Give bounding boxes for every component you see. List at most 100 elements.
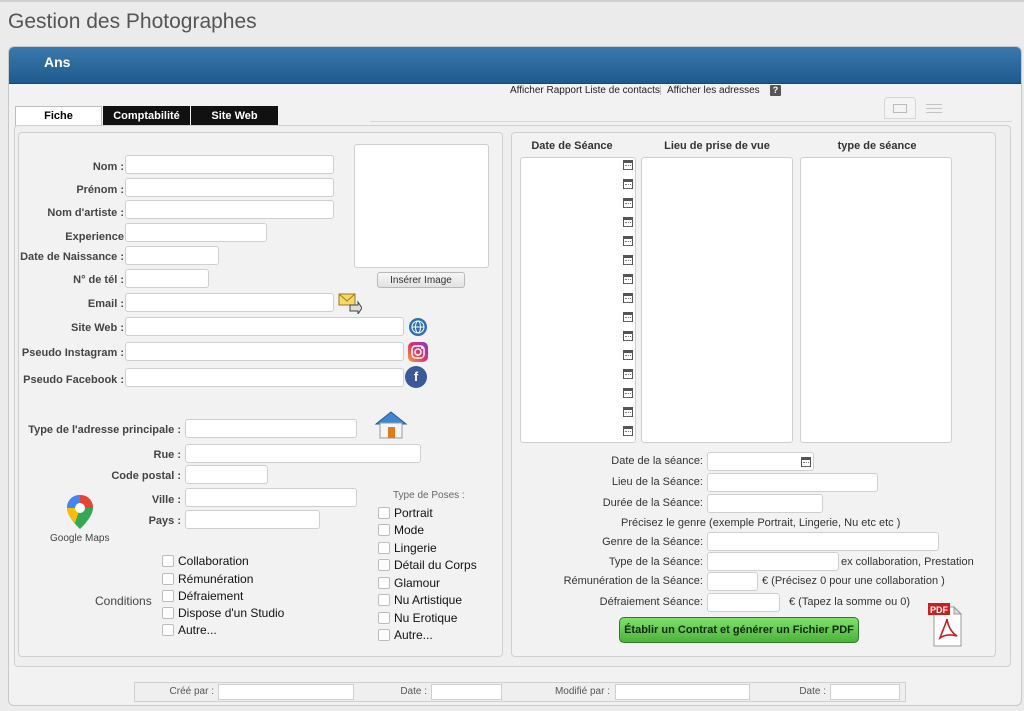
nom-field[interactable] bbox=[125, 155, 334, 174]
poses-title: Type de Poses : bbox=[393, 490, 465, 501]
pdf-file-icon[interactable]: PDF bbox=[928, 602, 964, 648]
ville-label: Ville : bbox=[151, 494, 181, 506]
app-title: Gestion des Photographes bbox=[8, 10, 257, 33]
studio-label: Dispose d'un Studio bbox=[178, 606, 285, 620]
row-calendar-icon[interactable] bbox=[623, 198, 633, 208]
lingerie-checkbox[interactable] bbox=[378, 542, 390, 554]
rue-field[interactable] bbox=[185, 444, 421, 463]
nu-erotique-label: Nu Erotique bbox=[394, 611, 458, 625]
lieu-seance-field[interactable] bbox=[707, 473, 878, 492]
experience-field[interactable] bbox=[125, 223, 267, 242]
type-adresse-label: Type de l'adresse principale : bbox=[28, 424, 181, 436]
row-calendar-icon[interactable] bbox=[623, 274, 633, 284]
detail-corps-checkbox[interactable] bbox=[378, 559, 390, 571]
genre-seance-field[interactable] bbox=[707, 532, 939, 551]
row-calendar-icon[interactable] bbox=[623, 293, 633, 303]
date-seance-list[interactable] bbox=[520, 157, 636, 443]
autre-condition-checkbox[interactable] bbox=[162, 624, 174, 636]
tab-site-web[interactable]: Site Web bbox=[191, 106, 278, 125]
telephone-field[interactable] bbox=[125, 269, 209, 288]
genre-hint: Précisez le genre (exemple Portrait, Lin… bbox=[621, 517, 901, 529]
row-calendar-icon[interactable] bbox=[623, 236, 633, 246]
autre-pose-checkbox[interactable] bbox=[378, 629, 390, 641]
col-date-seance: Date de Séance bbox=[531, 140, 613, 152]
row-calendar-icon[interactable] bbox=[623, 312, 633, 322]
calendar-column bbox=[622, 160, 634, 442]
studio-checkbox[interactable] bbox=[162, 607, 174, 619]
instagram-field[interactable] bbox=[125, 342, 404, 361]
nu-erotique-checkbox[interactable] bbox=[378, 612, 390, 624]
date-creation-field[interactable] bbox=[431, 684, 502, 700]
row-calendar-icon[interactable] bbox=[623, 255, 633, 265]
tab-fiche[interactable]: Fiche bbox=[15, 106, 102, 126]
modifie-par-field[interactable] bbox=[615, 684, 750, 700]
google-maps-label: Google Maps bbox=[50, 533, 110, 544]
lieu-list[interactable] bbox=[641, 157, 793, 443]
remuneration-hint: € (Précisez 0 pour une collaboration ) bbox=[762, 575, 945, 587]
row-calendar-icon[interactable] bbox=[623, 388, 633, 398]
facebook-icon[interactable]: f bbox=[405, 366, 427, 388]
report-contacts-link[interactable]: Afficher Rapport Liste de contacts bbox=[510, 85, 660, 96]
type-list[interactable] bbox=[800, 157, 952, 443]
date-modification-label: Date : bbox=[799, 686, 826, 697]
generate-contract-button[interactable]: Établir un Contrat et générer un Fichier… bbox=[619, 617, 859, 643]
insert-image-button[interactable]: Insérer Image bbox=[377, 272, 465, 288]
tab-comptabilite[interactable]: Comptabilité bbox=[103, 106, 190, 125]
defraiement-checkbox[interactable] bbox=[162, 590, 174, 602]
date-seance-field[interactable] bbox=[707, 452, 814, 471]
row-calendar-icon[interactable] bbox=[623, 350, 633, 360]
calendar-icon[interactable] bbox=[801, 457, 811, 467]
autre-condition-label: Autre... bbox=[178, 623, 217, 637]
remuneration-checkbox[interactable] bbox=[162, 573, 174, 585]
type-seance-field[interactable] bbox=[707, 552, 839, 571]
date-naissance-field[interactable] bbox=[125, 246, 219, 265]
row-calendar-icon[interactable] bbox=[623, 369, 633, 379]
nu-artistique-checkbox[interactable] bbox=[378, 594, 390, 606]
glamour-label: Glamour bbox=[394, 576, 441, 590]
type-hint: ex collaboration, Prestation bbox=[841, 556, 974, 568]
prenom-field[interactable] bbox=[125, 178, 334, 197]
globe-icon[interactable] bbox=[408, 317, 428, 337]
top-rule bbox=[0, 0, 1024, 2]
ville-field[interactable] bbox=[185, 488, 357, 507]
house-icon[interactable] bbox=[373, 410, 409, 440]
code-postal-field[interactable] bbox=[185, 465, 268, 484]
link-separator: | bbox=[659, 85, 662, 96]
row-calendar-icon[interactable] bbox=[623, 426, 633, 436]
lingerie-label: Lingerie bbox=[394, 541, 437, 555]
collaboration-checkbox[interactable] bbox=[162, 555, 174, 567]
photo-frame bbox=[354, 144, 489, 268]
help-icon[interactable]: ? bbox=[770, 85, 781, 96]
google-maps-pin-icon[interactable] bbox=[66, 494, 94, 530]
nom-artiste-field[interactable] bbox=[125, 200, 334, 219]
form-view-button[interactable] bbox=[884, 97, 916, 119]
row-calendar-icon[interactable] bbox=[623, 407, 633, 417]
type-adresse-field[interactable] bbox=[185, 419, 357, 438]
row-calendar-icon[interactable] bbox=[623, 331, 633, 341]
site-web-field[interactable] bbox=[125, 317, 404, 336]
row-calendar-icon[interactable] bbox=[623, 217, 633, 227]
date-modification-field[interactable] bbox=[830, 684, 900, 700]
addresses-link[interactable]: Afficher les adresses bbox=[667, 85, 760, 96]
email-send-icon[interactable] bbox=[338, 292, 362, 314]
row-calendar-icon[interactable] bbox=[623, 160, 633, 170]
defraiement-hint: € (Tapez la somme ou 0) bbox=[789, 596, 911, 608]
pays-field[interactable] bbox=[185, 510, 320, 529]
cree-par-field[interactable] bbox=[218, 684, 354, 700]
portrait-checkbox[interactable] bbox=[378, 507, 390, 519]
email-field[interactable] bbox=[125, 293, 334, 312]
facebook-field[interactable] bbox=[125, 368, 404, 387]
prenom-label: Prénom : bbox=[76, 184, 124, 196]
defraiement-seance-label: Défraiement Séance: bbox=[599, 596, 703, 608]
instagram-icon[interactable] bbox=[407, 341, 429, 363]
mode-checkbox[interactable] bbox=[378, 524, 390, 536]
duree-seance-field[interactable] bbox=[707, 494, 823, 513]
list-view-icon[interactable] bbox=[926, 104, 942, 116]
glamour-checkbox[interactable] bbox=[378, 577, 390, 589]
row-calendar-icon[interactable] bbox=[623, 179, 633, 189]
section-title: Ans bbox=[44, 54, 71, 70]
genre-seance-label: Genre de la Séance: bbox=[602, 536, 703, 548]
remuneration-seance-field[interactable] bbox=[707, 572, 758, 591]
col-lieu: Lieu de prise de vue bbox=[664, 140, 770, 152]
defraiement-seance-field[interactable] bbox=[707, 593, 780, 612]
